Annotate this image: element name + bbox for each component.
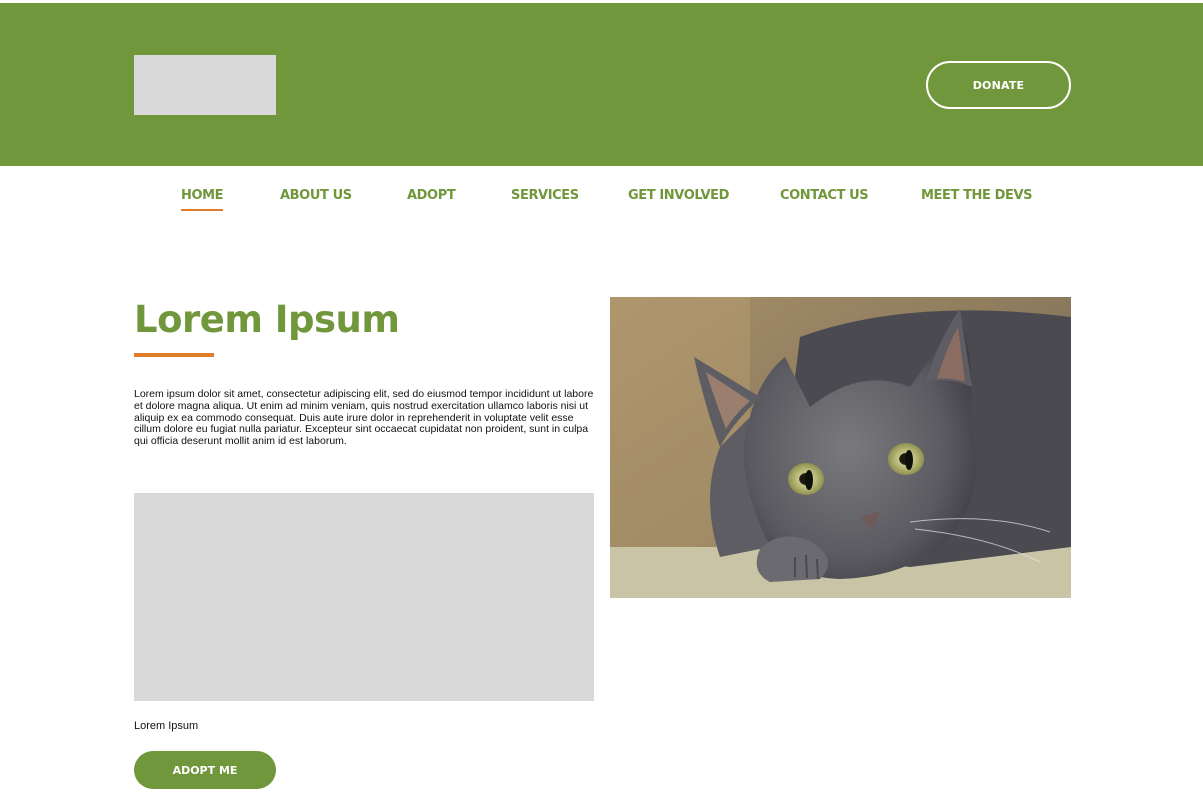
title-underline — [134, 353, 214, 357]
donate-button[interactable]: DONATE — [926, 61, 1071, 109]
nav-item-get-involved[interactable]: GET INVOLVED — [628, 188, 729, 203]
adopt-me-button[interactable]: ADOPT ME — [134, 751, 276, 789]
media-caption: Lorem Ipsum — [134, 720, 199, 732]
page-title: Lorem Ipsum — [134, 298, 400, 341]
nav-item-contact-us[interactable]: CONTACT US — [780, 188, 869, 203]
site-header: DONATE — [0, 3, 1203, 166]
logo-placeholder[interactable] — [134, 55, 276, 115]
media-placeholder — [134, 493, 594, 701]
nav-item-services[interactable]: SERVICES — [511, 188, 579, 203]
nav-item-about-us[interactable]: ABOUT US — [280, 188, 352, 203]
main-nav: HOME ABOUT US ADOPT SERVICES GET INVOLVE… — [0, 166, 1203, 226]
nav-item-home[interactable]: HOME — [181, 188, 224, 211]
nav-item-adopt[interactable]: ADOPT — [407, 188, 456, 203]
nav-item-meet-the-devs[interactable]: MEET THE DEVS — [921, 188, 1033, 203]
intro-paragraph: Lorem ipsum dolor sit amet, consectetur … — [134, 388, 594, 448]
cat-photo — [610, 297, 1071, 598]
